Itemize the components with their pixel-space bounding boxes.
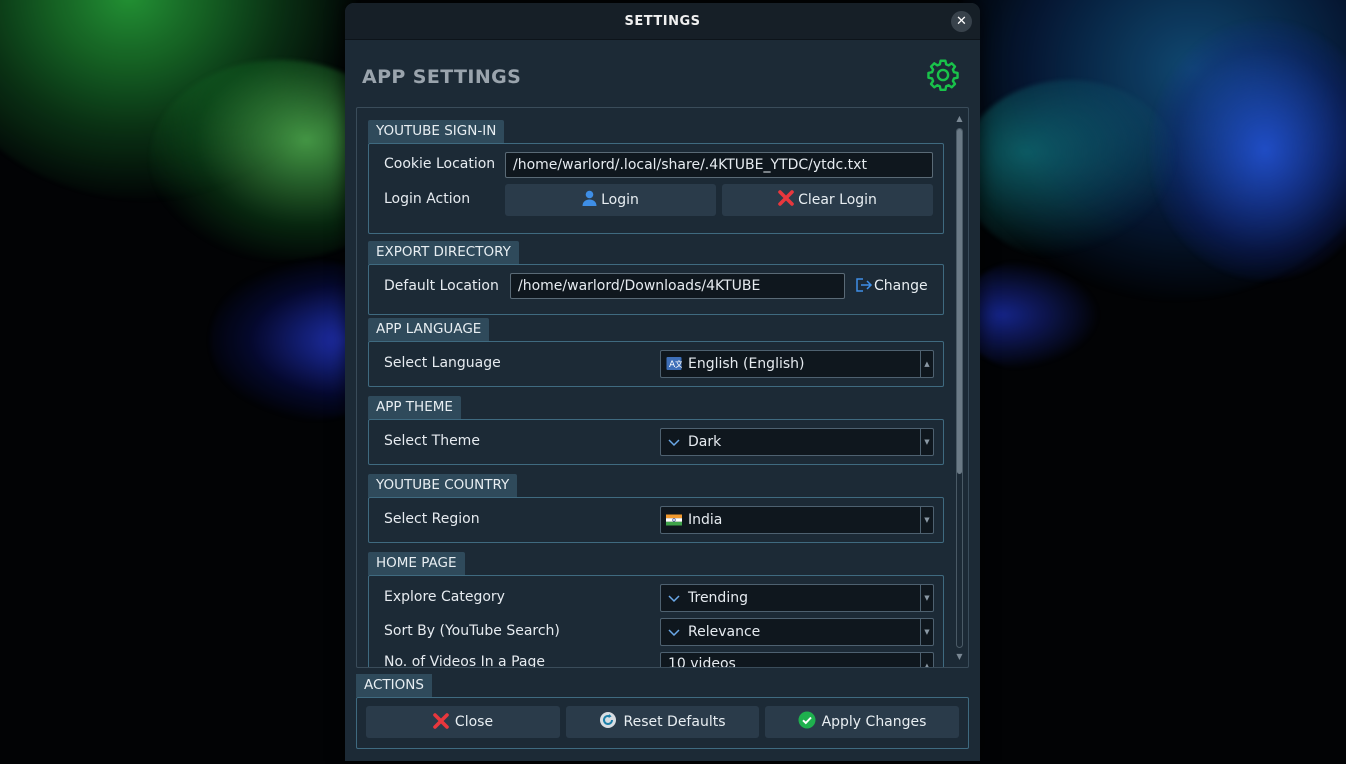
sort-by-label: Sort By (YouTube Search): [384, 623, 560, 639]
gear-icon: [927, 59, 959, 92]
apply-changes-label: Apply Changes: [821, 714, 927, 730]
default-location-input[interactable]: /home/warlord/Downloads/4KTUBE: [510, 273, 845, 299]
actions-group-title: ACTIONS: [356, 674, 432, 697]
spin-up-icon[interactable]: ▲: [920, 653, 933, 667]
default-location-label: Default Location: [384, 278, 499, 294]
login-button-label: Login: [601, 192, 639, 208]
group-title: YOUTUBE COUNTRY: [368, 474, 518, 497]
dropdown-arrow-icon: ▼: [920, 429, 933, 455]
change-location-button[interactable]: Change: [855, 273, 928, 299]
group-title: HOME PAGE: [368, 552, 465, 575]
user-icon: [582, 190, 597, 206]
group-box: Select Theme Dark ▼: [368, 419, 944, 465]
region-select[interactable]: India ▼: [660, 506, 934, 534]
videos-per-page-value: 10 videos: [668, 656, 736, 668]
chevron-down-icon: [668, 595, 680, 603]
group-box: Default Location /home/warlord/Downloads…: [368, 264, 944, 315]
group-title: YOUTUBE SIGN-IN: [368, 120, 505, 143]
dialog-title: SETTINGS: [624, 13, 701, 29]
close-button-label: Close: [454, 714, 494, 730]
page-title: APP SETTINGS: [362, 66, 522, 88]
group-title: APP THEME: [368, 396, 461, 419]
dropdown-arrow-icon: ▼: [920, 585, 933, 611]
scroll-down-icon[interactable]: ▼: [954, 652, 965, 662]
explore-category-select[interactable]: Trending ▼: [660, 584, 934, 612]
settings-header: APP SETTINGS: [345, 40, 980, 107]
svg-text:文: 文: [675, 359, 682, 369]
dropdown-arrow-icon: ▼: [920, 619, 933, 645]
apply-changes-button[interactable]: Apply Changes: [765, 706, 959, 738]
change-button-label: Change: [874, 278, 928, 294]
cookie-location-input[interactable]: /home/warlord/.local/share/.4KTUBE_YTDC/…: [505, 152, 933, 178]
group-box: Select Region India ▼: [368, 497, 944, 543]
chevron-down-icon: [668, 629, 680, 637]
dropdown-arrow-icon: ▼: [920, 507, 933, 533]
settings-scroll-area[interactable]: YOUTUBE SIGN-IN Cookie Location /home/wa…: [356, 107, 969, 668]
scrollbar-thumb[interactable]: [957, 129, 962, 474]
scroll-up-icon[interactable]: ▲: [954, 114, 965, 124]
group-title: EXPORT DIRECTORY: [368, 241, 519, 264]
videos-per-page-label: No. of Videos In a Page: [384, 654, 545, 668]
group-box: Explore Category Trending ▼ Sort By (You…: [368, 575, 944, 668]
sort-by-value: Relevance: [688, 624, 761, 640]
language-select-value: English (English): [688, 356, 805, 372]
videos-per-page-spinbox[interactable]: 10 videos ▲: [660, 652, 934, 668]
dropdown-arrow-icon: ▲: [920, 351, 933, 377]
dialog-close-icon[interactable]: ✕: [951, 11, 972, 32]
translate-icon: A文: [666, 357, 682, 370]
clear-login-button[interactable]: Clear Login: [722, 184, 933, 216]
india-flag-icon: [666, 514, 682, 526]
reset-defaults-button[interactable]: Reset Defaults: [566, 706, 759, 738]
settings-dialog: SETTINGS ✕ APP SETTINGS YOUTUBE SIGN-IN …: [345, 3, 980, 761]
select-theme-label: Select Theme: [384, 433, 480, 449]
scrollbar-track[interactable]: [956, 128, 963, 648]
select-language-label: Select Language: [384, 355, 501, 371]
group-title: APP LANGUAGE: [368, 318, 490, 341]
cookie-location-label: Cookie Location: [384, 156, 496, 172]
login-action-label: Login Action: [384, 191, 471, 207]
clear-login-button-label: Clear Login: [798, 192, 877, 208]
chevron-down-icon: [668, 439, 680, 447]
refresh-icon: [600, 712, 617, 728]
group-box: Cookie Location /home/warlord/.local/sha…: [368, 143, 944, 234]
green-check-icon: [798, 711, 816, 729]
explore-category-value: Trending: [688, 590, 748, 606]
folder-export-icon: [856, 278, 873, 292]
vertical-scrollbar[interactable]: ▲ ▼: [954, 114, 965, 662]
login-button[interactable]: Login: [505, 184, 716, 216]
dialog-titlebar: SETTINGS ✕: [345, 3, 980, 40]
red-x-icon: [433, 713, 449, 729]
actions-group-box: Close Reset Defaults Apply Changes: [356, 697, 969, 749]
red-x-icon: [778, 190, 794, 206]
reset-defaults-label: Reset Defaults: [623, 714, 726, 730]
group-box: Select Language A文 English (English) ▲: [368, 341, 944, 387]
language-select[interactable]: A文 English (English) ▲: [660, 350, 934, 378]
close-button[interactable]: Close: [366, 706, 560, 738]
theme-select-value: Dark: [688, 434, 722, 450]
explore-category-label: Explore Category: [384, 589, 505, 605]
sort-by-select[interactable]: Relevance ▼: [660, 618, 934, 646]
region-select-value: India: [688, 512, 723, 528]
theme-select[interactable]: Dark ▼: [660, 428, 934, 456]
select-region-label: Select Region: [384, 511, 480, 527]
